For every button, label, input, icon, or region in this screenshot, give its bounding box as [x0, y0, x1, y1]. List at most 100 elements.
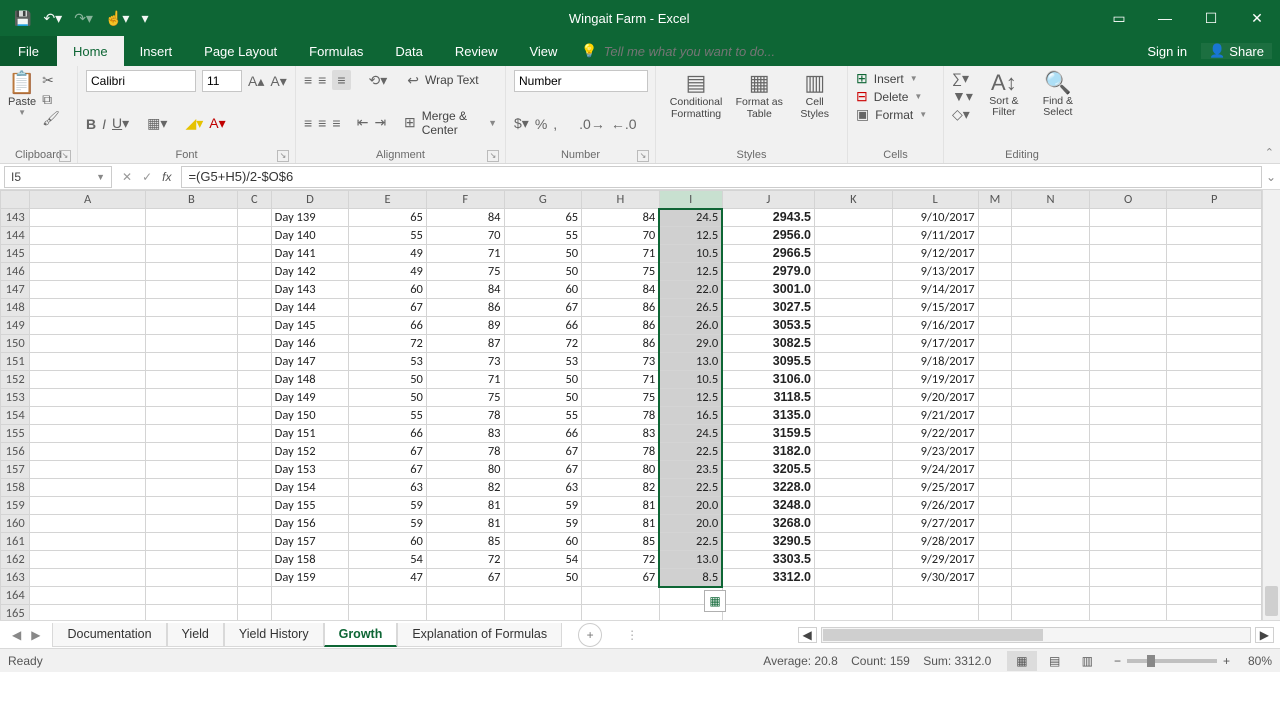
accounting-format-icon[interactable]: $▾ [514, 115, 529, 132]
name-box[interactable]: I5 ▼ [4, 166, 112, 188]
row-header[interactable]: 147 [1, 281, 30, 299]
column-header-P[interactable]: P [1167, 191, 1262, 209]
table-row[interactable]: 165 [1, 605, 1262, 621]
row-header[interactable]: 156 [1, 443, 30, 461]
fill-icon[interactable]: ▼▾ [952, 88, 973, 105]
format-cells-icon[interactable]: ▣ [856, 106, 869, 123]
row-header[interactable]: 143 [1, 209, 30, 227]
qat-customize-icon[interactable]: ▾ [141, 10, 148, 27]
hscroll-left-icon[interactable]: ◀ [798, 627, 817, 643]
row-header[interactable]: 159 [1, 497, 30, 515]
row-header[interactable]: 154 [1, 407, 30, 425]
column-header-L[interactable]: L [892, 191, 978, 209]
table-row[interactable]: 149Day 1456689668626.03053.59/16/2017 [1, 317, 1262, 335]
sort-filter-icon[interactable]: A↕ [981, 70, 1027, 96]
cut-icon[interactable]: ✂ [42, 72, 60, 89]
row-header[interactable]: 145 [1, 245, 30, 263]
format-cells-button[interactable]: Format [875, 108, 913, 122]
row-header[interactable]: 152 [1, 371, 30, 389]
column-header-F[interactable]: F [426, 191, 504, 209]
zoom-slider[interactable] [1127, 659, 1217, 663]
row-header[interactable]: 162 [1, 551, 30, 569]
cell-styles-button[interactable]: Cell Styles [790, 96, 839, 120]
namebox-dropdown-icon[interactable]: ▼ [96, 172, 105, 182]
row-header[interactable]: 148 [1, 299, 30, 317]
underline-icon[interactable]: U▾ [112, 115, 129, 132]
autosum-icon[interactable]: ∑▾ [952, 70, 973, 87]
italic-icon[interactable]: I [102, 116, 106, 132]
tab-home[interactable]: Home [57, 36, 124, 66]
merge-center-icon[interactable]: ⊞ [404, 114, 416, 131]
expand-formula-bar-icon[interactable]: ⌄ [1262, 170, 1280, 184]
increase-font-icon[interactable]: A▴ [248, 73, 264, 90]
table-row[interactable]: 161Day 1576085608522.53290.59/28/2017 [1, 533, 1262, 551]
column-header-C[interactable]: C [238, 191, 272, 209]
merge-center-button[interactable]: Merge & Center [422, 109, 482, 137]
paste-icon[interactable]: 📋 [8, 70, 36, 96]
table-row[interactable]: 151Day 1475373537313.03095.59/18/2017 [1, 353, 1262, 371]
row-header[interactable]: 151 [1, 353, 30, 371]
sheet-tab-yield-history[interactable]: Yield History [224, 623, 324, 647]
column-header-B[interactable]: B [145, 191, 237, 209]
sheet-tab-yield[interactable]: Yield [167, 623, 224, 647]
row-header[interactable]: 149 [1, 317, 30, 335]
enter-formula-icon[interactable]: ✓ [142, 170, 152, 184]
row-header[interactable]: 153 [1, 389, 30, 407]
zoom-in-icon[interactable]: + [1223, 654, 1230, 668]
signin-link[interactable]: Sign in [1147, 44, 1187, 59]
table-row[interactable]: 163Day 159476750678.53312.09/30/2017 [1, 569, 1262, 587]
column-header-G[interactable]: G [504, 191, 582, 209]
conditional-formatting-button[interactable]: Conditional Formatting [664, 96, 728, 120]
clear-icon[interactable]: ◇▾ [952, 106, 973, 123]
table-row[interactable]: 157Day 1536780678023.53205.59/24/2017 [1, 461, 1262, 479]
cell-styles-icon[interactable]: ▥ [790, 70, 839, 96]
table-row[interactable]: 164 [1, 587, 1262, 605]
table-row[interactable]: 155Day 1516683668324.53159.59/22/2017 [1, 425, 1262, 443]
column-header-E[interactable]: E [349, 191, 427, 209]
font-launcher[interactable]: ↘ [277, 150, 289, 162]
table-row[interactable]: 154Day 1505578557816.53135.09/21/2017 [1, 407, 1262, 425]
table-row[interactable]: 159Day 1555981598120.03248.09/26/2017 [1, 497, 1262, 515]
table-row[interactable]: 145Day 1414971507110.52966.59/12/2017 [1, 245, 1262, 263]
align-left-icon[interactable]: ≡ [304, 115, 312, 131]
fill-color-icon[interactable]: ◢▾ [185, 115, 203, 132]
table-row[interactable]: 152Day 1485071507110.53106.09/19/2017 [1, 371, 1262, 389]
clipboard-launcher[interactable]: ↘ [59, 150, 71, 162]
share-button[interactable]: 👤 Share [1201, 43, 1272, 59]
column-header-D[interactable]: D [271, 191, 349, 209]
tab-file[interactable]: File [0, 36, 57, 66]
hscroll-right-icon[interactable]: ▶ [1255, 627, 1274, 643]
fx-icon[interactable]: fx [162, 170, 171, 184]
align-middle-icon[interactable]: ≡ [318, 72, 326, 88]
tab-insert[interactable]: Insert [124, 36, 189, 66]
table-row[interactable]: 156Day 1526778677822.53182.09/23/2017 [1, 443, 1262, 461]
column-header-A[interactable]: A [30, 191, 145, 209]
align-center-icon[interactable]: ≡ [318, 115, 326, 131]
tab-review[interactable]: Review [439, 36, 514, 66]
tab-data[interactable]: Data [379, 36, 438, 66]
column-header-I[interactable]: I [659, 191, 722, 209]
view-page-break-icon[interactable]: ▥ [1073, 651, 1102, 671]
formula-input[interactable] [181, 166, 1262, 188]
table-row[interactable]: 153Day 1495075507512.53118.59/20/2017 [1, 389, 1262, 407]
sort-filter-button[interactable]: Sort & Filter [981, 96, 1027, 118]
paste-button[interactable]: Paste [8, 96, 36, 108]
select-all-corner[interactable] [1, 191, 30, 209]
row-header[interactable]: 158 [1, 479, 30, 497]
sheet-tab-growth[interactable]: Growth [324, 623, 398, 647]
row-header[interactable]: 161 [1, 533, 30, 551]
align-right-icon[interactable]: ≡ [332, 115, 340, 131]
format-as-table-icon[interactable]: ▦ [732, 70, 786, 96]
touch-mouse-icon[interactable]: ☝▾ [105, 10, 129, 27]
zoom-out-icon[interactable]: − [1114, 654, 1121, 668]
table-row[interactable]: 143Day 1396584658424.52943.59/10/2017 [1, 209, 1262, 227]
orientation-icon[interactable]: ⟲▾ [369, 72, 388, 89]
align-bottom-icon[interactable]: ≡ [332, 70, 350, 90]
row-header[interactable]: 146 [1, 263, 30, 281]
alignment-launcher[interactable]: ↘ [487, 150, 499, 162]
save-icon[interactable]: 💾 [14, 10, 31, 27]
copy-icon[interactable]: ⧉ [42, 91, 60, 108]
number-launcher[interactable]: ↘ [637, 150, 649, 162]
column-header-O[interactable]: O [1089, 191, 1167, 209]
find-select-button[interactable]: Find & Select [1035, 96, 1081, 118]
